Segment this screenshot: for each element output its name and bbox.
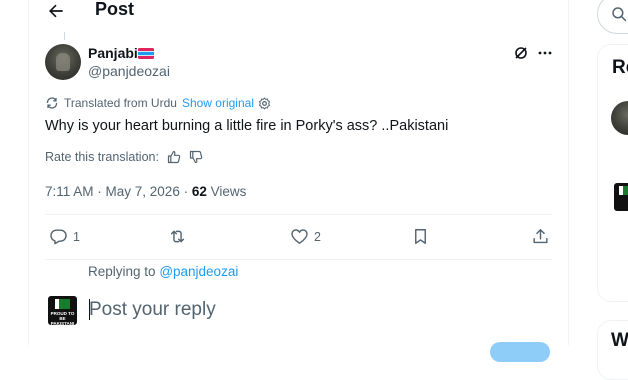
- pakistan-flag-icon: [619, 186, 628, 195]
- pakistan-flag-icon: [55, 299, 70, 309]
- arrow-left-icon: [49, 4, 63, 18]
- repost-icon: [170, 230, 185, 243]
- author-avatar[interactable]: [45, 44, 81, 80]
- replying-to: Replying to @panjdeozai: [88, 264, 238, 279]
- bookmark-button[interactable]: [411, 227, 430, 246]
- page-title: Post: [95, 0, 135, 19]
- reply-submit-button[interactable]: [490, 342, 550, 362]
- reply-count: 1: [73, 229, 80, 244]
- share-button[interactable]: [531, 227, 550, 246]
- post-timestamp[interactable]: 7:11 AM · May 7, 2026: [45, 184, 180, 199]
- author-handle[interactable]: @panjdeozai: [88, 63, 170, 79]
- translation-label: Translated from Urdu: [64, 96, 177, 110]
- sidebar-user-avatar[interactable]: [614, 183, 628, 211]
- rate-translation: Rate this translation:: [45, 150, 203, 164]
- replying-to-handle[interactable]: @panjdeozai: [159, 264, 238, 279]
- replying-to-label: Replying to: [88, 264, 156, 279]
- translate-icon: [46, 97, 58, 109]
- meta-separator: ·: [183, 184, 192, 199]
- my-avatar[interactable]: PROUD TO BE PAKISTANI: [48, 296, 77, 325]
- divider: [45, 214, 552, 215]
- thumbs-down-icon[interactable]: [189, 150, 203, 164]
- like-button[interactable]: 2: [290, 227, 321, 246]
- more-icon[interactable]: [537, 45, 553, 61]
- translation-notice: Translated from Urdu Show original: [45, 96, 271, 110]
- bookmark-icon: [415, 229, 426, 244]
- rate-translation-label: Rate this translation:: [45, 150, 159, 164]
- view-count: 62: [191, 184, 207, 199]
- sidebar-card: [597, 44, 628, 302]
- search-input[interactable]: [597, 0, 628, 34]
- gear-icon[interactable]: [258, 96, 271, 110]
- reply-input[interactable]: [89, 296, 529, 324]
- search-icon: [612, 7, 627, 22]
- header-bar: Post: [29, 0, 569, 32]
- thumbs-up-icon[interactable]: [167, 150, 181, 164]
- flag-icon: [138, 48, 154, 59]
- heart-icon: [291, 229, 308, 244]
- like-count: 2: [314, 229, 321, 244]
- grok-icon[interactable]: [513, 45, 529, 61]
- thread-line: [64, 32, 65, 40]
- text-caret: [89, 299, 90, 320]
- post-text: Why is your heart burning a little fire …: [45, 118, 449, 134]
- post-meta: 7:11 AM · May 7, 2026 · 62 Views: [45, 184, 246, 199]
- repost-button[interactable]: [168, 227, 187, 246]
- share-icon: [533, 229, 548, 244]
- author-display-name[interactable]: Panjabi: [88, 45, 138, 61]
- show-original-link[interactable]: Show original: [182, 96, 254, 110]
- views-label: Views: [210, 184, 247, 199]
- divider: [45, 259, 552, 260]
- sidebar-section-title: W: [611, 330, 628, 351]
- main-column: Post Panjabi @panjdeozai Translated from…: [28, 0, 569, 362]
- reply-button[interactable]: 1: [49, 227, 80, 246]
- avatar-text: PROUD TO BE PAKISTANI: [50, 311, 75, 325]
- sidebar-section-title: Re: [612, 57, 628, 78]
- reply-icon: [50, 229, 67, 245]
- back-button[interactable]: [41, 0, 71, 26]
